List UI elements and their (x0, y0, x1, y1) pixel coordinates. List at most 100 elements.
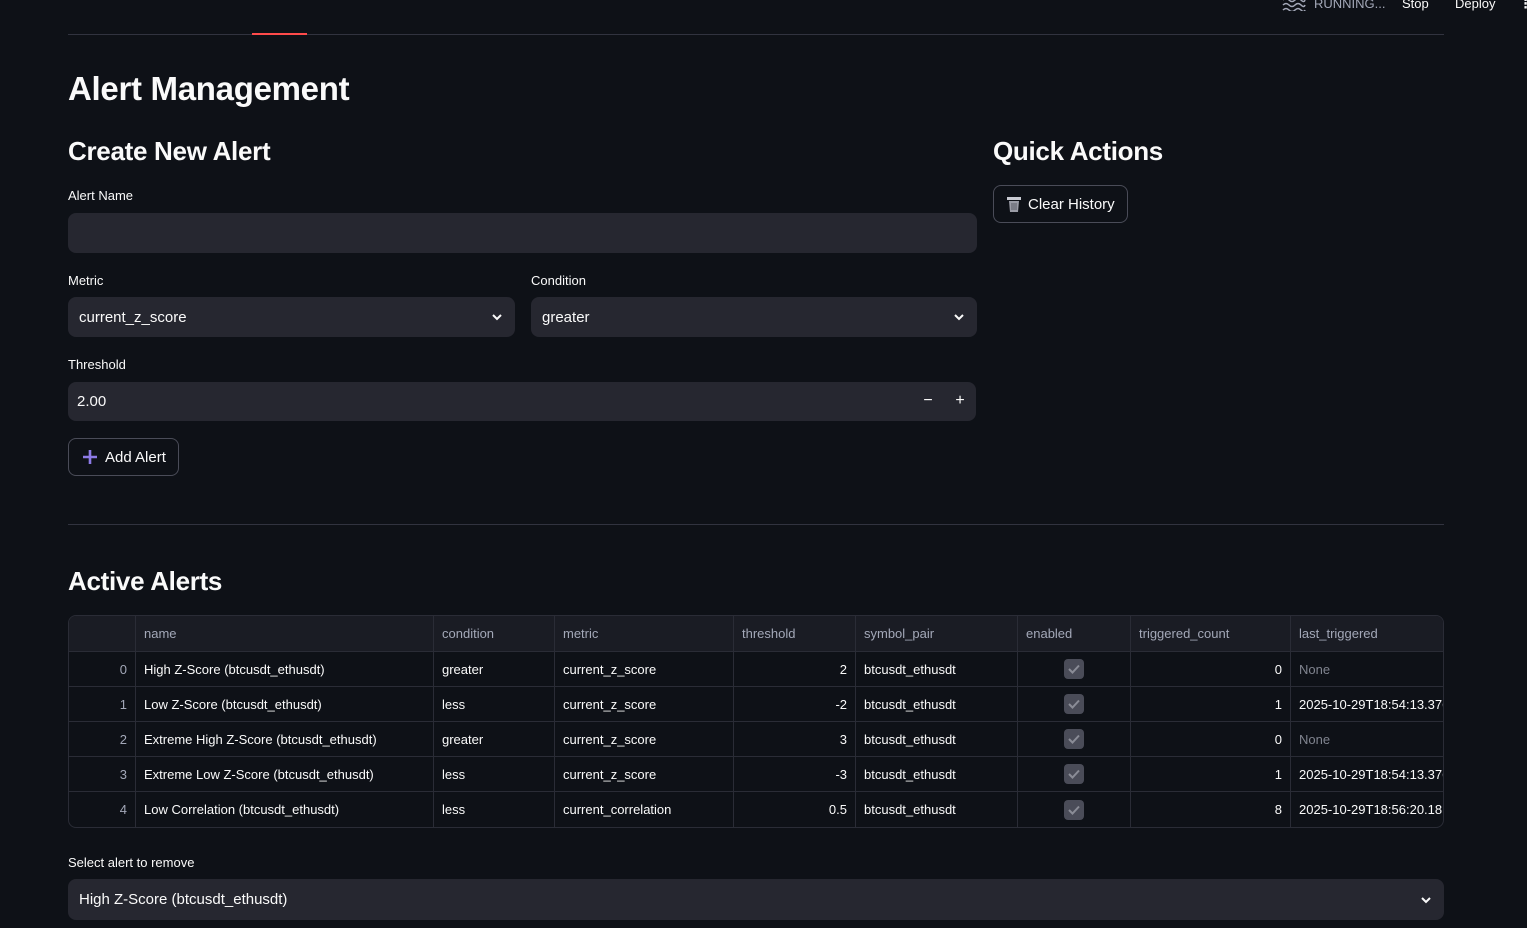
add-alert-button[interactable]: Add Alert (68, 438, 179, 476)
threshold-value[interactable]: 2.00 (77, 393, 967, 410)
cell-metric[interactable]: current_correlation (555, 792, 734, 827)
running-status-text: RUNNING... (1314, 0, 1386, 11)
table-row[interactable]: 4 Low Correlation (btcusdt_ethusdt) less cu… (69, 792, 1443, 827)
cell-symbol-pair[interactable]: btcusdt_ethusdt (856, 792, 1018, 827)
column-header-last-triggered[interactable]: last_triggered (1291, 616, 1443, 651)
column-header-triggered-count[interactable]: triggered_count (1131, 616, 1291, 651)
quick-actions-heading: Quick Actions (993, 136, 1163, 166)
decrement-button[interactable]: − (913, 382, 943, 420)
cell-enabled[interactable] (1018, 652, 1131, 686)
column-header-name[interactable]: name (136, 616, 434, 651)
page-title: Alert Management (68, 70, 350, 107)
table-row[interactable]: 0 High Z-Score (btcusdt_ethusdt) greater cu… (69, 652, 1443, 687)
create-alert-heading: Create New Alert (68, 136, 271, 166)
alert-name-field[interactable] (68, 213, 977, 253)
cell-condition[interactable]: greater (434, 652, 555, 686)
main-menu-icon[interactable]: ⋮ (1519, 0, 1527, 12)
active-tab-indicator[interactable] (252, 33, 307, 35)
column-header-threshold[interactable]: threshold (734, 616, 856, 651)
running-status: RUNNING... (1282, 0, 1386, 11)
table-row[interactable]: 1 Low Z-Score (btcusdt_ethusdt) less curren… (69, 687, 1443, 722)
condition-select[interactable]: greater (531, 297, 977, 337)
cell-triggered-count[interactable]: 1 (1131, 687, 1291, 721)
cell-symbol-pair[interactable]: btcusdt_ethusdt (856, 722, 1018, 756)
threshold-number-input[interactable]: 2.00 − + (68, 382, 976, 421)
cell-threshold[interactable]: 0.5 (734, 792, 856, 827)
remove-alert-selected-value: High Z-Score (btcusdt_ethusdt) (79, 891, 288, 908)
active-alerts-heading: Active Alerts (68, 566, 223, 596)
cell-condition[interactable]: less (434, 687, 555, 721)
add-alert-label: Add Alert (105, 448, 166, 466)
chevron-down-icon (492, 314, 502, 321)
chevron-down-icon (1421, 896, 1431, 903)
cell-symbol-pair[interactable]: btcusdt_ethusdt (856, 652, 1018, 686)
column-header-symbol-pair[interactable]: symbol_pair (856, 616, 1018, 651)
cell-threshold[interactable]: 2 (734, 652, 856, 686)
cell-enabled[interactable] (1018, 687, 1131, 721)
checkbox-checked-icon (1064, 729, 1084, 749)
active-alerts-table[interactable]: name condition metric threshold symbol_p… (68, 615, 1444, 828)
table-row[interactable]: 3 Extreme Low Z-Score (btcusdt_ethusdt) le… (69, 757, 1443, 792)
cell-threshold[interactable]: 3 (734, 722, 856, 756)
condition-selected-value: greater (542, 308, 590, 326)
alert-name-input[interactable] (79, 224, 966, 242)
cell-condition[interactable]: greater (434, 722, 555, 756)
section-divider (68, 524, 1444, 525)
cell-index[interactable]: 2 (69, 722, 136, 756)
clear-history-label: Clear History (1028, 195, 1115, 213)
checkbox-checked-icon (1064, 659, 1084, 679)
cell-triggered-count[interactable]: 1 (1131, 757, 1291, 791)
running-wave-icon (1282, 0, 1306, 11)
cell-last-triggered[interactable]: 2025-10-29T18:56:20.181 (1291, 792, 1443, 827)
cell-name[interactable]: Extreme High Z-Score (btcusdt_ethusdt) (136, 722, 434, 756)
column-header-enabled[interactable]: enabled (1018, 616, 1131, 651)
cell-index[interactable]: 3 (69, 757, 136, 791)
plus-icon (83, 450, 97, 464)
cell-metric[interactable]: current_z_score (555, 687, 734, 721)
cell-metric[interactable]: current_z_score (555, 757, 734, 791)
cell-triggered-count[interactable]: 0 (1131, 722, 1291, 756)
chevron-down-icon (954, 314, 964, 321)
cell-condition[interactable]: less (434, 757, 555, 791)
cell-last-triggered[interactable]: None (1291, 652, 1443, 686)
remove-alert-label: Select alert to remove (68, 855, 195, 870)
cell-metric[interactable]: current_z_score (555, 722, 734, 756)
cell-name[interactable]: High Z-Score (btcusdt_ethusdt) (136, 652, 434, 686)
cell-enabled[interactable] (1018, 792, 1131, 827)
cell-last-triggered[interactable]: 2025-10-29T18:54:13.376 (1291, 757, 1443, 791)
cell-last-triggered[interactable]: 2025-10-29T18:54:13.376 (1291, 687, 1443, 721)
remove-alert-select[interactable]: High Z-Score (btcusdt_ethusdt) (68, 879, 1444, 920)
clear-history-button[interactable]: Clear History (993, 185, 1128, 223)
cell-enabled[interactable] (1018, 757, 1131, 791)
cell-metric[interactable]: current_z_score (555, 652, 734, 686)
table-row[interactable]: 2 Extreme High Z-Score (btcusdt_ethusdt) g… (69, 722, 1443, 757)
cell-symbol-pair[interactable]: btcusdt_ethusdt (856, 687, 1018, 721)
cell-name[interactable]: Low Correlation (btcusdt_ethusdt) (136, 792, 434, 827)
stop-button[interactable]: Stop (1402, 0, 1429, 11)
cell-triggered-count[interactable]: 0 (1131, 652, 1291, 686)
cell-threshold[interactable]: -3 (734, 757, 856, 791)
cell-index[interactable]: 4 (69, 792, 136, 827)
trash-icon (1007, 196, 1021, 212)
cell-name[interactable]: Extreme Low Z-Score (btcusdt_ethusdt) (136, 757, 434, 791)
cell-symbol-pair[interactable]: btcusdt_ethusdt (856, 757, 1018, 791)
column-header-index[interactable] (69, 616, 136, 651)
column-header-condition[interactable]: condition (434, 616, 555, 651)
checkbox-checked-icon (1064, 694, 1084, 714)
cell-index[interactable]: 0 (69, 652, 136, 686)
cell-condition[interactable]: less (434, 792, 555, 827)
column-header-metric[interactable]: metric (555, 616, 734, 651)
cell-triggered-count[interactable]: 8 (1131, 792, 1291, 827)
cell-index[interactable]: 1 (69, 687, 136, 721)
alert-name-label: Alert Name (68, 188, 134, 203)
metric-select[interactable]: current_z_score (68, 297, 515, 337)
cell-enabled[interactable] (1018, 722, 1131, 756)
cell-name[interactable]: Low Z-Score (btcusdt_ethusdt) (136, 687, 434, 721)
deploy-button[interactable]: Deploy (1455, 0, 1495, 11)
cell-threshold[interactable]: -2 (734, 687, 856, 721)
metric-selected-value: current_z_score (79, 308, 187, 326)
increment-button[interactable]: + (945, 382, 975, 420)
checkbox-checked-icon (1064, 799, 1084, 820)
cell-last-triggered[interactable]: None (1291, 722, 1443, 756)
table-body: 0 High Z-Score (btcusdt_ethusdt) greater cu… (69, 652, 1443, 827)
